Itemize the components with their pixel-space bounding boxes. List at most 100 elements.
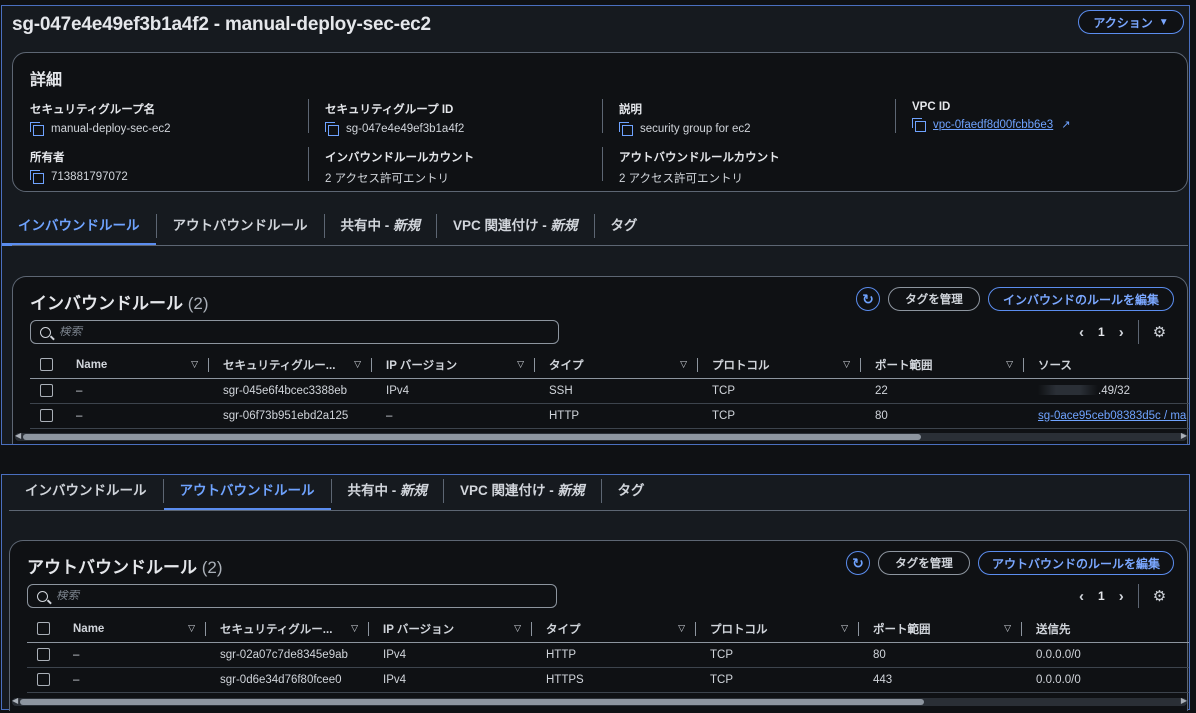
- select-all-checkbox[interactable]: [40, 358, 53, 372]
- caret-down-icon: ▼: [1158, 16, 1169, 28]
- chevron-left-icon[interactable]: ‹: [1079, 588, 1084, 605]
- tab-vpc-assoc[interactable]: VPC 関連付け - 新規: [444, 479, 602, 503]
- table-row[interactable]: – sgr-06f73b951ebd2a125 – HTTP TCP 80 sg…: [30, 403, 1189, 429]
- column-header-name[interactable]: Name ▽: [62, 357, 209, 372]
- sort-icon: ▽: [191, 359, 198, 370]
- tab-bar: インバウンドルール アウトバウンドルール 共有中 - 新規 VPC 関連付け -…: [2, 208, 654, 246]
- column-header-ip-version[interactable]: IP バージョン ▽: [369, 621, 532, 636]
- tab-sharing[interactable]: 共有中 - 新規: [332, 479, 444, 503]
- divider: [308, 147, 309, 181]
- copy-icon[interactable]: [619, 122, 633, 136]
- column-header-name[interactable]: Name ▽: [59, 621, 206, 636]
- page-number[interactable]: 1: [1098, 325, 1105, 339]
- divider: [1137, 584, 1139, 608]
- search-icon: [40, 326, 51, 338]
- divider: [308, 99, 309, 133]
- outbound-rules-table: Name ▽ セキュリティグルー... ▽ IP バージョン ▽ タイプ ▽ プロトコル…: [27, 616, 1189, 693]
- actions-button[interactable]: アクション ▼: [1078, 10, 1184, 34]
- column-header-port-range[interactable]: ポート範囲 ▽: [859, 621, 1022, 636]
- table-row[interactable]: – sgr-02a07c7de8345e9ab IPv4 HTTP TCP 80…: [27, 642, 1189, 668]
- vpc-id-link[interactable]: vpc-0faedf8d00fcbb6e3: [933, 119, 1053, 131]
- search-field[interactable]: [30, 320, 559, 344]
- tab-tags[interactable]: タグ: [602, 479, 661, 503]
- chevron-right-icon[interactable]: ›: [1119, 324, 1124, 341]
- divider: [602, 147, 603, 181]
- refresh-icon: ↻: [862, 290, 874, 307]
- column-header-protocol[interactable]: プロトコル ▽: [696, 621, 859, 636]
- row-checkbox[interactable]: [37, 648, 50, 661]
- tab-inbound[interactable]: インバウンドルール: [2, 214, 157, 246]
- cell-rule-id: sgr-045e6f4bcec3388eb: [223, 384, 348, 397]
- column-header-type[interactable]: タイプ ▽: [532, 621, 696, 636]
- outbound-rules-container: アウトバウンドルール (2) ↻ タグを管理 アウトバウンドのルールを編集 ‹ …: [9, 540, 1189, 711]
- table-row[interactable]: – sgr-045e6f4bcec3388eb IPv4 SSH TCP 22 …: [30, 378, 1189, 404]
- chevron-right-icon[interactable]: ›: [1119, 588, 1124, 605]
- gear-icon[interactable]: ⚙: [1153, 323, 1166, 341]
- owner-field: 所有者 713881797072: [30, 149, 128, 184]
- inbound-rules-count: (2): [187, 294, 209, 313]
- tab-sharing-label: 共有中 -: [347, 483, 400, 498]
- column-header-rule-id[interactable]: セキュリティグルー... ▽: [209, 357, 372, 372]
- scroll-left-icon[interactable]: ◀: [12, 696, 18, 705]
- refresh-icon: ↻: [852, 554, 864, 571]
- scroll-right-icon[interactable]: ▶: [1181, 431, 1187, 440]
- column-header-ip-version[interactable]: IP バージョン ▽: [372, 357, 535, 372]
- column-header-rule-id[interactable]: セキュリティグルー... ▽: [206, 621, 369, 636]
- sg-name-label: セキュリティグループ名: [30, 104, 156, 116]
- cell-protocol: TCP: [712, 384, 735, 397]
- search-input[interactable]: [56, 590, 524, 602]
- column-header-type[interactable]: タイプ ▽: [535, 357, 698, 372]
- row-checkbox[interactable]: [40, 384, 53, 397]
- gear-icon[interactable]: ⚙: [1153, 587, 1166, 605]
- sort-icon: ▽: [1004, 623, 1011, 634]
- edit-outbound-rules-button[interactable]: アウトバウンドのルールを編集: [978, 551, 1174, 575]
- copy-icon[interactable]: [912, 118, 926, 132]
- outbound-panel: インバウンドルール アウトバウンドルール 共有中 - 新規 VPC 関連付け -…: [1, 473, 1190, 711]
- cell-port-range: 22: [875, 384, 888, 397]
- scrollbar-thumb[interactable]: [23, 434, 921, 440]
- manage-tags-button[interactable]: タグを管理: [878, 551, 970, 575]
- column-header-port-range[interactable]: ポート範囲 ▽: [861, 357, 1024, 372]
- search-input[interactable]: [59, 326, 526, 338]
- manage-tags-button[interactable]: タグを管理: [888, 287, 980, 311]
- row-checkbox[interactable]: [40, 409, 53, 422]
- copy-icon[interactable]: [30, 122, 44, 136]
- tab-inbound[interactable]: インバウンドルール: [9, 479, 164, 503]
- source-sg-link[interactable]: sg-0ace95ceb08383d5c / ma: [1038, 410, 1186, 422]
- refresh-button[interactable]: ↻: [846, 551, 870, 575]
- cell-destination: 0.0.0.0/0: [1036, 648, 1081, 661]
- tab-sharing-new: 新規: [393, 218, 420, 233]
- column-header-destination[interactable]: 送信先: [1022, 622, 1189, 636]
- select-all-checkbox[interactable]: [37, 622, 50, 636]
- cell-type: HTTP: [549, 409, 580, 422]
- column-header-protocol[interactable]: プロトコル ▽: [698, 357, 861, 372]
- scroll-right-icon[interactable]: ▶: [1181, 696, 1187, 705]
- row-checkbox[interactable]: [37, 673, 50, 686]
- cell-name: –: [76, 409, 83, 422]
- tab-bar: インバウンドルール アウトバウンドルール 共有中 - 新規 VPC 関連付け -…: [9, 473, 661, 511]
- tab-sharing[interactable]: 共有中 - 新規: [325, 214, 437, 238]
- cell-ip-version: IPv4: [383, 648, 407, 661]
- column-header-source[interactable]: ソース: [1024, 358, 1189, 372]
- outbound-rules-title-text: アウトバウンドルール: [27, 558, 197, 577]
- cell-rule-id: sgr-02a07c7de8345e9ab: [220, 648, 348, 661]
- copy-icon[interactable]: [325, 122, 339, 136]
- edit-inbound-rules-button[interactable]: インバウンドのルールを編集: [988, 287, 1174, 311]
- tab-vpc-assoc[interactable]: VPC 関連付け - 新規: [437, 214, 595, 238]
- sort-icon: ▽: [841, 623, 848, 634]
- copy-icon[interactable]: [30, 170, 44, 184]
- chevron-left-icon[interactable]: ‹: [1079, 324, 1084, 341]
- horizontal-scrollbar[interactable]: ◀ ▶: [15, 431, 1187, 441]
- tab-outbound[interactable]: アウトバウンドルール: [163, 479, 332, 511]
- tab-underline: [9, 510, 1187, 511]
- table-row[interactable]: – sgr-0d6e34d76f80fcee0 IPv4 HTTPS TCP 4…: [27, 667, 1189, 693]
- tab-tags[interactable]: タグ: [595, 214, 654, 238]
- horizontal-scrollbar[interactable]: ◀ ▶: [12, 696, 1187, 706]
- page-number[interactable]: 1: [1098, 589, 1105, 603]
- cell-name: –: [73, 648, 80, 661]
- scroll-left-icon[interactable]: ◀: [15, 431, 21, 440]
- search-field[interactable]: [27, 584, 557, 608]
- tab-outbound[interactable]: アウトバウンドルール: [157, 214, 325, 238]
- scrollbar-thumb[interactable]: [20, 699, 924, 705]
- refresh-button[interactable]: ↻: [856, 287, 880, 311]
